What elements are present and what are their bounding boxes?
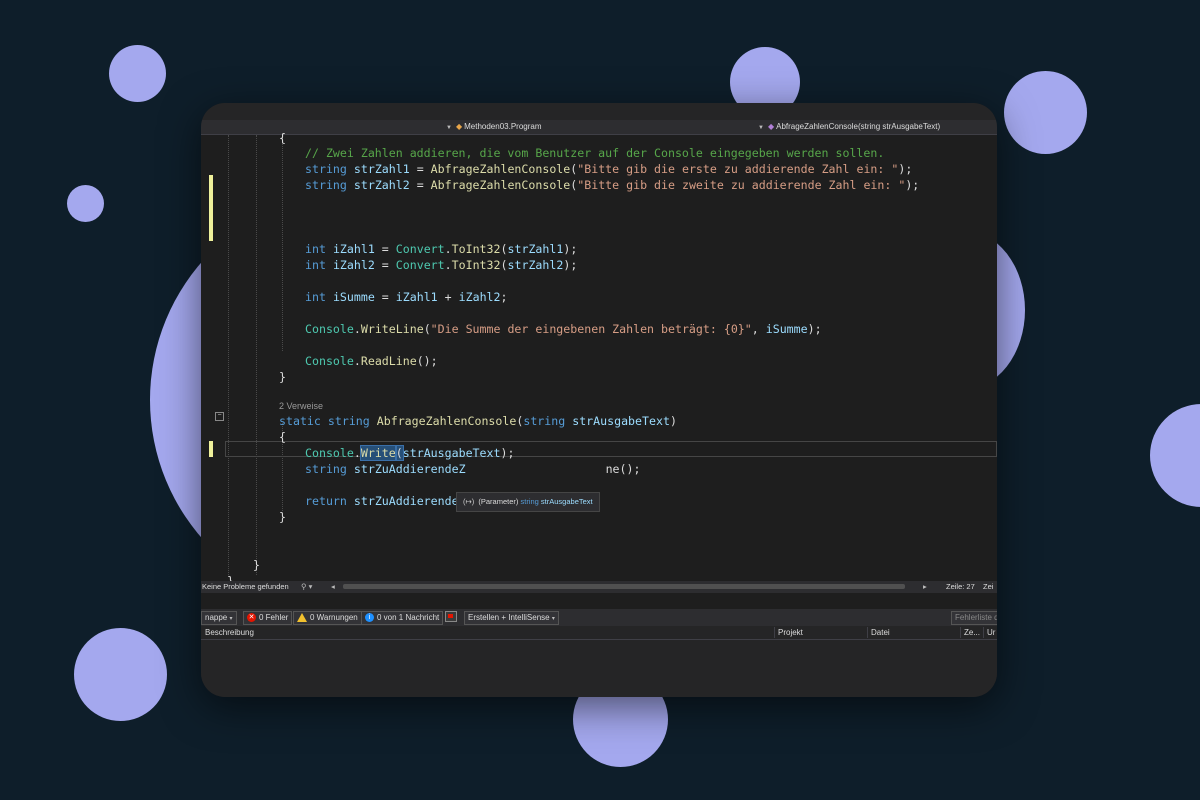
warning-icon: [297, 613, 307, 623]
column-header-suppression[interactable]: Ur: [983, 627, 995, 638]
filter-icon: [445, 611, 457, 623]
code-line: }: [279, 370, 286, 384]
tooltip-label: (Parameter): [478, 497, 519, 506]
code-line: Console.WriteLine("Die Summe der eingebe…: [305, 322, 822, 336]
column-header-project[interactable]: Projekt: [774, 627, 803, 638]
codelens-references[interactable]: 2 Verweise: [201, 399, 997, 411]
decor-circle-4: [1004, 71, 1087, 154]
health-dropdown-icon[interactable]: ⚲ ▾: [301, 582, 312, 591]
scope-dropdown[interactable]: nappe ▾: [201, 611, 237, 625]
parameter-icon: (↦): [463, 497, 475, 506]
code-line: static string AbfrageZahlenConsole(strin…: [279, 414, 677, 428]
messages-filter-button[interactable]: i0 von 1 Nachricht: [361, 611, 444, 625]
info-icon: i: [365, 613, 374, 623]
column-indicator: Zei: [983, 582, 994, 591]
error-list-search-input[interactable]: Fehlerliste d: [951, 611, 997, 625]
parameter-tooltip: (↦) (Parameter) string strAusgabeText: [456, 492, 600, 512]
column-header-file[interactable]: Datei: [867, 627, 890, 638]
decor-circle-2: [67, 185, 104, 222]
panel-separator: [201, 593, 997, 609]
warnings-filter-button[interactable]: 0 Warnungen: [293, 611, 362, 625]
code-editor[interactable]: − { // Zwei Zahlen addieren, die vom Ben…: [201, 131, 997, 588]
column-header-line[interactable]: Ze...: [960, 627, 980, 638]
code-line: int iZahl2 = Convert.ToInt32(strZahl2);: [305, 258, 578, 272]
ide-window: ▼ ◆ Methoden03.Program ▼ ◆ AbfrageZahlenCons…: [201, 103, 997, 697]
code-line: {: [279, 131, 286, 145]
code-line: string strZuAddierendeZ ne();: [305, 462, 641, 476]
error-list-toolbar: nappe ▾ ✕ 0 Fehler 0 Warnungen i0 von 1 N…: [201, 609, 997, 626]
error-list-body: [201, 640, 997, 697]
editor-status-bar: Keine Probleme gefunden ⚲ ▾ ◂ ▸ Zeile: 2…: [201, 581, 997, 593]
code-line: }: [253, 558, 260, 572]
code-line: int iZahl1 = Convert.ToInt32(strZahl1);: [305, 242, 578, 256]
decor-circle-8: [74, 628, 167, 721]
line-indicator: Zeile: 27: [946, 582, 975, 591]
error-icon: ✕: [247, 613, 256, 623]
code-line: Console.Write(strAusgabeText);: [305, 445, 515, 461]
filter-toggle-button[interactable]: [445, 611, 460, 623]
error-list-header: Beschreibung Projekt Datei Ze... Ur: [201, 626, 997, 640]
errors-filter-button[interactable]: ✕ 0 Fehler: [243, 611, 293, 625]
code-line: Console.ReadLine();: [305, 354, 438, 368]
ide-top-edge: [201, 103, 997, 120]
decor-circle-1: [109, 45, 166, 102]
code-line: string strZahl2 = AbfrageZahlenConsole("…: [305, 178, 920, 192]
tooltip-name: strAusgabeText: [540, 497, 593, 506]
code-line: int iSumme = iZahl1 + iZahl2;: [305, 290, 508, 304]
scroll-right-icon[interactable]: ▸: [923, 582, 927, 591]
tooltip-type: string: [520, 497, 539, 506]
build-filter-dropdown[interactable]: Erstellen + IntelliSense ▾: [464, 611, 559, 625]
code-line: // Zwei Zahlen addieren, die vom Benutze…: [305, 146, 885, 160]
code-line: string strZahl1 = AbfrageZahlenConsole("…: [305, 162, 913, 176]
column-header-description[interactable]: Beschreibung: [202, 627, 254, 638]
problems-status[interactable]: Keine Probleme gefunden: [202, 582, 289, 591]
horizontal-scrollbar[interactable]: [343, 584, 905, 589]
scroll-left-icon[interactable]: ◂: [331, 582, 335, 591]
code-line: {: [279, 430, 286, 444]
